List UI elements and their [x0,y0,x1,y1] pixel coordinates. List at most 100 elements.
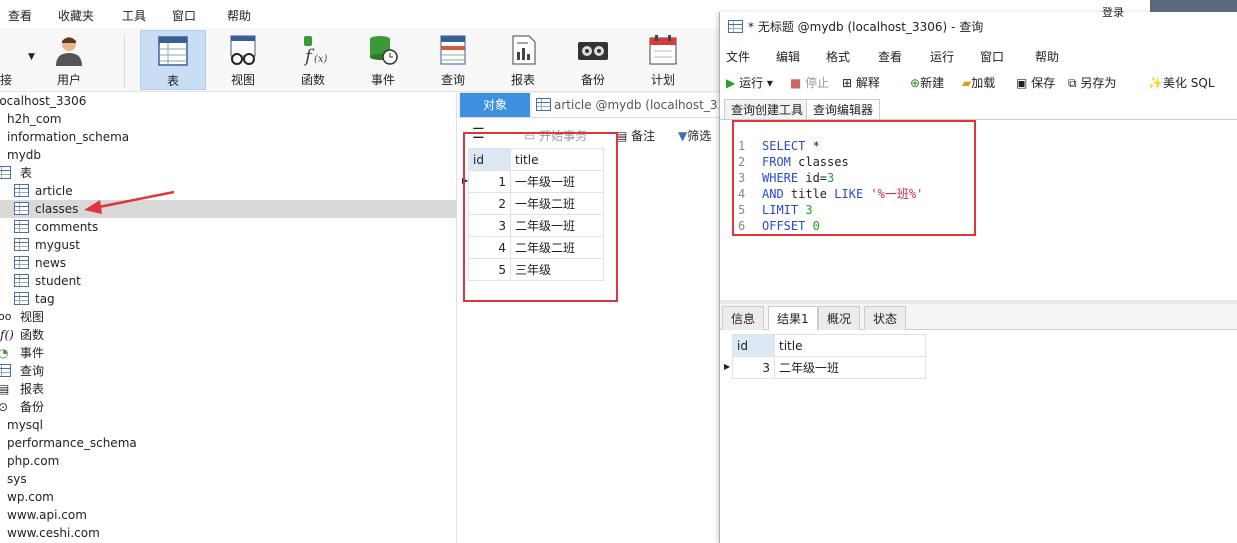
menu-tools[interactable]: 工具 [122,7,146,24]
memo-button[interactable]: ▤ 备注 [616,127,655,144]
dropdown-arrow-icon[interactable]: ▼ [28,52,35,62]
save-as-button[interactable]: ⧉ 另存为 [1068,74,1116,91]
cell-id[interactable]: 3 [732,356,775,379]
tree-events-group[interactable]: ◔ 事件 [0,344,457,362]
annotation-highlight [463,132,618,302]
memo-icon: ▤ [616,129,632,143]
table-icon [14,292,29,305]
tree-connection[interactable]: localhost_3306 [0,92,457,110]
events-button[interactable]: 事件 [350,30,416,90]
tables-button[interactable]: 表 [140,30,206,90]
title-bar-strip [1150,0,1237,12]
menu-file[interactable]: 文件 [726,48,750,65]
tables-label: 表 [166,74,179,88]
tree-database[interactable]: www.ceshi.com [0,524,457,542]
row-pointer-icon: ▶ [724,362,731,371]
tree-functions-group[interactable]: f() 函数 [0,326,457,344]
tree-queries-group[interactable]: 查询 [0,362,457,380]
views-button[interactable]: 视图 [210,30,276,90]
tree-table-comments[interactable]: comments [0,218,457,236]
tree-database[interactable]: mydb [0,146,457,164]
result-tabs: 信息 结果1 概况 状态 [720,304,1237,330]
table-icon [14,202,29,215]
tree-table-student[interactable]: student [0,272,457,290]
stop-button[interactable]: ■ 停止 [790,74,829,91]
menu-help[interactable]: 帮助 [1035,48,1059,65]
tree-database[interactable]: wp.com [0,488,457,506]
run-button[interactable]: ▶ 运行 ▾ [726,74,773,91]
query-icon [440,35,466,65]
annotation-highlight [732,120,976,236]
tree-database[interactable]: mysql [0,416,457,434]
menu-view[interactable]: 查看 [878,48,902,65]
function-icon: f (x) [303,36,328,66]
cell-title[interactable]: 二年级一班 [774,356,926,379]
tree-backups-group[interactable]: ⊙ 备份 [0,398,457,416]
menu-format[interactable]: 格式 [826,48,850,65]
new-icon: ⊕ [910,76,921,90]
tree-table-article[interactable]: article [0,182,457,200]
save-as-icon: ⧉ [1068,76,1077,90]
tab-status[interactable]: 状态 [864,306,907,330]
column-header-title[interactable]: title [774,334,926,357]
table-row[interactable]: 3 二年级一班 [732,356,926,379]
backup-label: 备份 [580,73,605,87]
view-icon: oo [0,310,12,323]
table-icon [158,36,188,66]
menu-edit[interactable]: 编辑 [776,48,800,65]
tab-query-editor[interactable]: 查询编辑器 [806,99,881,119]
tree-table-mygust[interactable]: mygust [0,236,457,254]
functions-button[interactable]: f (x) 函数 [280,30,346,90]
column-header-id[interactable]: id [732,334,775,357]
menu-run[interactable]: 运行 [930,48,954,65]
login-label[interactable]: 登录 [1102,4,1124,20]
tab-query-builder[interactable]: 查询创建工具 [724,99,811,119]
tree-views-group[interactable]: oo 视图 [0,308,457,326]
backup-button[interactable]: 备份 [560,30,626,90]
query-toolbar: ▶ 运行 ▾ ■ 停止 ⊞ 解释 ⊕新建 ▰加载 ▣ 保存 ⧉ 另存为 ✨美化 … [720,70,1237,96]
tab-objects[interactable]: 对象 [460,93,530,117]
table-icon [14,238,29,251]
tree-table-classes[interactable]: classes [0,200,457,218]
load-button[interactable]: ▰加载 [962,74,995,91]
schedule-button[interactable]: 计划 [630,30,696,90]
tree-database[interactable]: information_schema [0,128,457,146]
user-button[interactable]: 用户 [36,30,102,90]
save-button[interactable]: ▣ 保存 [1016,74,1055,91]
result-grid: id title 3 二年级一班 [732,334,926,379]
backup-icon: ⊙ [0,400,9,414]
function-icon: f() [0,328,14,342]
tree-database[interactable]: php.com [0,452,457,470]
menu-view[interactable]: 查看 [8,7,32,24]
filter-button[interactable]: ▼筛选 [678,127,711,144]
user-icon [56,37,82,66]
tab-result1[interactable]: 结果1 [768,306,818,330]
new-button[interactable]: ⊕新建 [910,74,944,91]
menu-window[interactable]: 窗口 [172,7,196,24]
tree-database[interactable]: performance_schema [0,434,457,452]
events-label: 事件 [370,73,395,87]
reports-button[interactable]: 报表 [490,30,556,90]
tree-database[interactable]: sys [0,470,457,488]
explain-button[interactable]: ⊞ 解释 [842,74,880,91]
tab-profile[interactable]: 概况 [818,306,861,330]
reports-label: 报表 [510,73,535,87]
menu-window[interactable]: 窗口 [980,48,1004,65]
tree-table-news[interactable]: news [0,254,457,272]
tree-reports-group[interactable]: ▤ 报表 [0,380,457,398]
connection-button[interactable]: 接 [0,30,30,90]
annotation-arrow [84,190,175,214]
tree-tables-group[interactable]: 表 [0,164,457,182]
menu-help[interactable]: 帮助 [227,7,251,24]
filter-icon: ▼ [678,129,688,143]
queries-button[interactable]: 查询 [420,30,486,90]
tree-database[interactable]: h2h_com [0,110,457,128]
menu-favorites[interactable]: 收藏夹 [58,7,94,24]
tab-info[interactable]: 信息 [722,306,765,330]
connection-label: 接 [0,73,13,87]
tree-table-tag[interactable]: tag [0,290,457,308]
explain-icon: ⊞ [842,76,853,90]
beautify-sql-button[interactable]: ✨美化 SQL [1148,74,1215,91]
tab-article[interactable]: article @mydb (localhost_33... [532,93,722,117]
tree-database[interactable]: www.api.com [0,506,457,524]
